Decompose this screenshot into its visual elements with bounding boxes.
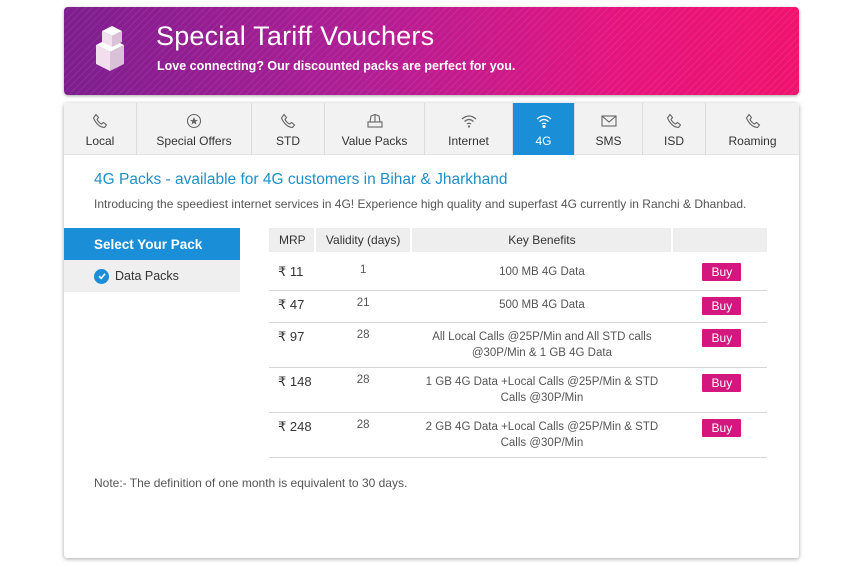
row-validity: 1 xyxy=(359,264,367,276)
tab-value-packs[interactable]: Value Packs xyxy=(325,103,425,155)
tab-label: Roaming xyxy=(728,134,777,148)
wifi-icon xyxy=(536,115,551,129)
tab-label: STD xyxy=(276,134,300,148)
row-validity: 28 xyxy=(356,419,370,431)
row-benefits: 2 GB 4G Data +Local Calls @25P/Min & STD… xyxy=(425,421,659,449)
row-mrp: ₹ 248 xyxy=(278,419,312,434)
tab-label: Value Packs xyxy=(341,134,408,148)
row-mrp: ₹ 47 xyxy=(278,297,305,312)
phone-icon xyxy=(280,113,296,129)
phone-icon xyxy=(745,113,760,129)
tab-roaming[interactable]: Roaming xyxy=(706,103,799,155)
tab-sms[interactable]: SMS xyxy=(575,103,643,155)
table-row: ₹ 97 28 All Local Calls @25P/Min and All… xyxy=(269,323,767,368)
row-mrp: ₹ 11 xyxy=(278,264,304,279)
tariff-panel: Local Special Offers STD Value Packs Int… xyxy=(64,103,799,558)
banner-title: Special Tariff Vouchers xyxy=(156,21,435,51)
check-circle-icon xyxy=(94,268,109,284)
tab-label: ISD xyxy=(663,134,684,148)
tab-internet[interactable]: Internet xyxy=(425,103,513,155)
table-row: ₹ 47 21 500 MB 4G Data Buy xyxy=(269,291,767,323)
banner-subtitle: Love connecting? Our discounted packs ar… xyxy=(157,59,516,73)
tab-4g[interactable]: 4G xyxy=(513,103,575,155)
row-validity: 21 xyxy=(356,297,370,309)
row-benefits: All Local Calls @25P/Min and All STD cal… xyxy=(432,331,652,359)
tab-std[interactable]: STD xyxy=(252,103,325,155)
envelope-icon xyxy=(600,115,617,127)
buy-button[interactable]: Buy xyxy=(702,329,742,347)
row-mrp: ₹ 148 xyxy=(278,374,312,389)
row-benefits: 100 MB 4G Data xyxy=(499,266,585,278)
header-validity: Validity (days) xyxy=(315,228,411,252)
promo-banner: Special Tariff Vouchers Love connecting?… xyxy=(64,7,799,95)
tab-special-offers[interactable]: Special Offers xyxy=(137,103,252,155)
table-row: ₹ 248 28 2 GB 4G Data +Local Calls @25P/… xyxy=(269,413,767,458)
phone-icon xyxy=(666,113,682,129)
tab-label: 4G xyxy=(535,134,552,148)
sidebar-item-label: Data Packs xyxy=(115,269,179,283)
phone-icon xyxy=(92,113,108,129)
tab-label: Special Offers xyxy=(156,134,232,148)
tab-label: Internet xyxy=(448,134,489,148)
buy-button[interactable]: Buy xyxy=(702,297,742,315)
header-mrp: MRP xyxy=(269,228,314,252)
section-description: Introducing the speediest internet servi… xyxy=(94,197,747,211)
footnote: Note:- The definition of one month is eq… xyxy=(94,476,408,490)
category-tabs: Local Special Offers STD Value Packs Int… xyxy=(64,103,799,155)
stacked-boxes-icon xyxy=(96,26,124,71)
table-row: ₹ 11 1 100 MB 4G Data Buy xyxy=(269,252,767,291)
buy-button[interactable]: Buy xyxy=(702,419,742,437)
row-benefits: 500 MB 4G Data xyxy=(499,299,585,311)
sidebar-heading: Select Your Pack xyxy=(64,228,240,260)
row-benefits: 1 GB 4G Data +Local Calls @25P/Min & STD… xyxy=(425,376,659,404)
row-validity: 28 xyxy=(356,329,370,341)
row-mrp: ₹ 97 xyxy=(278,329,305,344)
tab-label: Local xyxy=(85,134,115,148)
tab-local[interactable]: Local xyxy=(64,103,137,155)
star-badge-icon xyxy=(186,113,202,129)
value-pack-icon xyxy=(366,113,383,128)
table-row: ₹ 148 28 1 GB 4G Data +Local Calls @25P/… xyxy=(269,368,767,413)
buy-button[interactable]: Buy xyxy=(702,374,742,392)
sidebar-item-data-packs[interactable]: Data Packs xyxy=(64,260,240,292)
section-title: 4G Packs - available for 4G customers in… xyxy=(94,171,508,188)
row-validity: 28 xyxy=(356,374,370,386)
header-action xyxy=(673,228,767,252)
table-header: MRP Validity (days) Key Benefits xyxy=(269,228,767,252)
tab-label: SMS xyxy=(595,134,622,148)
buy-button[interactable]: Buy xyxy=(702,263,742,281)
header-benefits: Key Benefits xyxy=(412,228,672,252)
wifi-icon xyxy=(461,115,476,128)
packs-table: MRP Validity (days) Key Benefits ₹ 11 1 … xyxy=(269,228,767,458)
tab-isd[interactable]: ISD xyxy=(643,103,706,155)
